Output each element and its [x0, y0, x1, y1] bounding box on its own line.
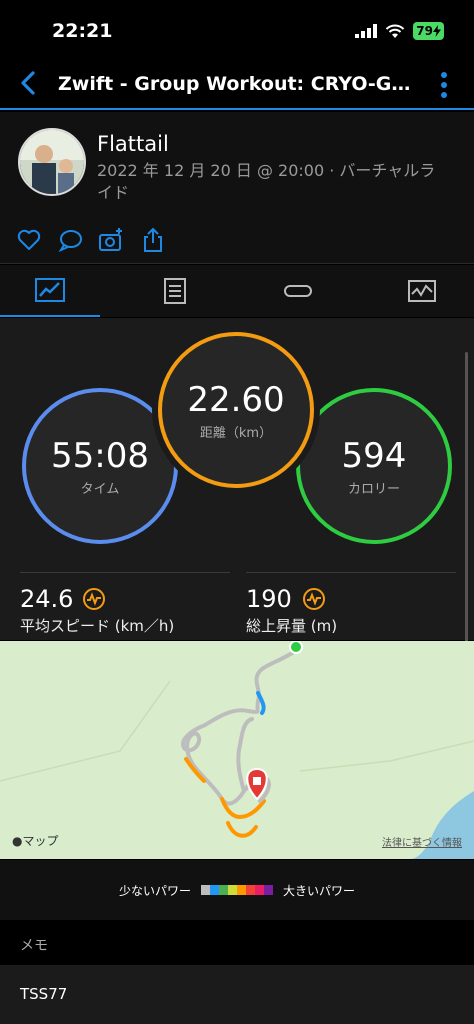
avg-speed-label: 平均スピード (km／h)	[20, 617, 175, 635]
power-gradient-swatch	[201, 885, 210, 895]
tab-details[interactable]	[125, 265, 225, 317]
power-gradient-swatch	[219, 885, 228, 895]
time-label: タイム	[80, 481, 120, 497]
add-photo-icon[interactable]	[98, 227, 124, 253]
calories-value: 594	[341, 435, 407, 476]
page-title: Zwift - Group Workout: CRYO-GEN...	[58, 73, 418, 95]
map-legal-link[interactable]: 法律に基づく情報	[382, 834, 462, 849]
power-legend: 少ないパワー 大きいパワー	[0, 860, 474, 920]
speed-chart-icon[interactable]	[82, 587, 106, 611]
elevation-value: 190	[246, 585, 292, 613]
power-gradient	[201, 885, 273, 895]
activity-owner: Flattail 2022 年 12 月 20 日 @ 20:00 · バーチャ…	[0, 112, 474, 212]
graph-icon	[408, 280, 436, 302]
like-icon[interactable]	[16, 227, 42, 253]
distance-value: 22.60	[187, 379, 285, 420]
power-gradient-swatch	[210, 885, 219, 895]
route-map-graphic	[0, 641, 474, 859]
app-header: Zwift - Group Workout: CRYO-GEN...	[0, 60, 474, 110]
document-icon	[164, 278, 186, 304]
tab-overview[interactable]	[0, 265, 100, 317]
avatar[interactable]	[18, 128, 86, 196]
memo-label: メモ	[20, 938, 48, 954]
comment-icon[interactable]	[57, 227, 83, 253]
status-icons: 79	[355, 22, 444, 40]
power-gradient-swatch	[246, 885, 255, 895]
signal-icon	[355, 24, 378, 38]
loop-icon	[284, 285, 312, 297]
share-icon[interactable]	[140, 227, 166, 253]
avatar-photo	[20, 130, 84, 194]
route-map[interactable]: ●マップ 法律に基づく情報	[0, 641, 474, 859]
power-gradient-swatch	[237, 885, 246, 895]
user-name[interactable]: Flattail	[97, 132, 169, 156]
status-time: 22:21	[52, 20, 113, 42]
apple-logo-icon: ●	[12, 834, 23, 848]
back-arrow-icon	[21, 71, 35, 95]
calories-label: カロリー	[347, 481, 400, 497]
power-gradient-swatch	[264, 885, 273, 895]
time-value: 55:08	[51, 435, 149, 476]
elevation-chart-icon[interactable]	[302, 587, 326, 611]
overview-chart-icon	[35, 278, 65, 302]
status-bar: 22:21 79	[0, 0, 474, 60]
activity-tabs	[0, 265, 474, 317]
tab-charts[interactable]	[372, 265, 472, 317]
legend-high-label: 大きいパワー	[283, 883, 356, 898]
wifi-icon	[386, 24, 405, 38]
distance-label: 距離（km）	[199, 425, 273, 441]
scrollbar[interactable]	[465, 352, 468, 642]
calories-ring: 594 カロリー	[296, 388, 452, 544]
elevation-label: 総上昇量 (m)	[246, 617, 338, 635]
avg-speed-value: 24.6	[20, 585, 74, 613]
battery-level: 79	[416, 24, 433, 38]
charging-icon	[433, 25, 441, 37]
time-ring: 55:08 タイム	[22, 388, 178, 544]
more-options-button[interactable]	[438, 70, 450, 100]
legend-low-label: 少ないパワー	[118, 883, 191, 898]
activity-date: 2022 年 12 月 20 日 @ 20:00 · バーチャルライド	[97, 161, 436, 202]
memo-box[interactable]: TSS77	[0, 965, 474, 1024]
power-gradient-swatch	[255, 885, 264, 895]
avg-speed-stat: 24.6 平均スピード (km／h)	[20, 572, 230, 638]
map-attribution-text: マップ	[22, 834, 59, 848]
battery-indicator: 79	[413, 22, 444, 40]
tab-laps[interactable]	[248, 265, 348, 317]
back-button[interactable]	[14, 68, 44, 98]
more-vertical-icon	[441, 72, 447, 98]
map-attribution: ●マップ	[12, 832, 59, 849]
distance-ring: 22.60 距離（km）	[158, 332, 314, 488]
memo-text: TSS77	[20, 985, 68, 1003]
power-gradient-swatch	[228, 885, 237, 895]
elevation-stat: 190 総上昇量 (m)	[246, 572, 456, 638]
action-row	[0, 212, 474, 264]
